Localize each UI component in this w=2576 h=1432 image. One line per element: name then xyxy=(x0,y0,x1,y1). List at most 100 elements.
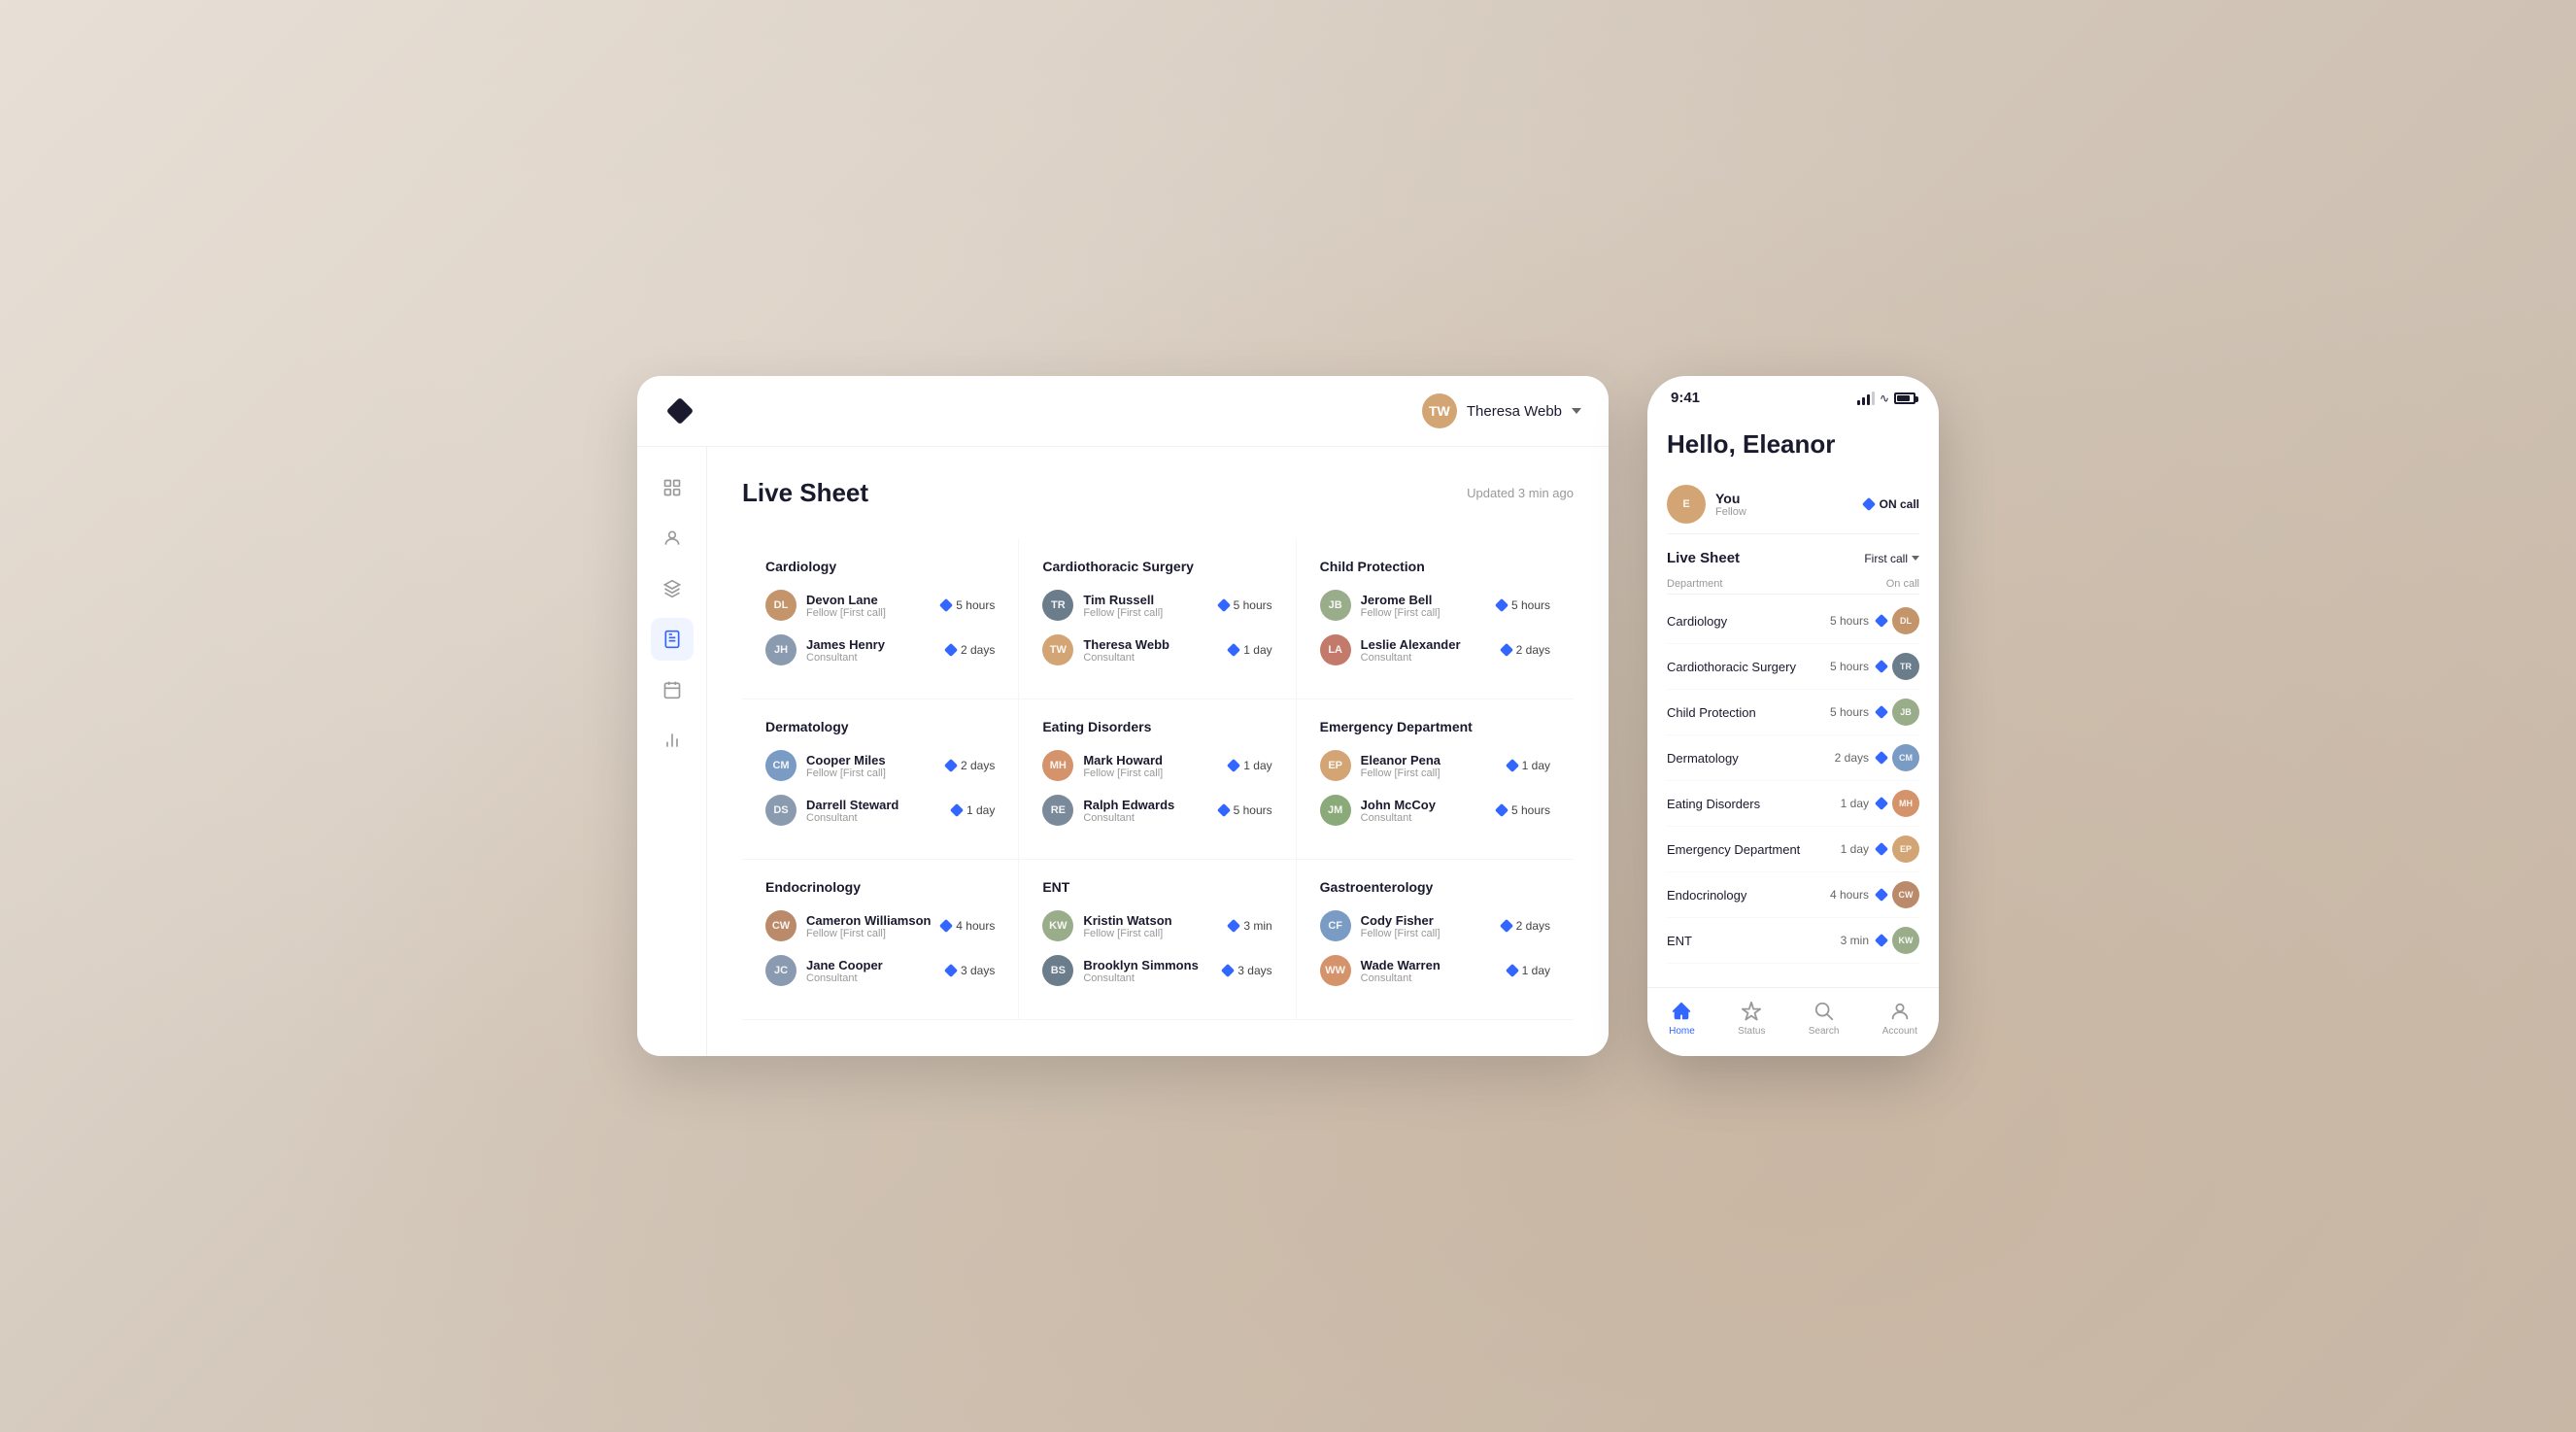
mobile-dept-avatar: CM xyxy=(1892,744,1919,771)
mobile-diamond-icon xyxy=(1875,842,1888,856)
time-value: 2 days xyxy=(961,759,995,772)
person-role: Consultant xyxy=(1083,812,1174,824)
sidebar xyxy=(637,447,707,1056)
mobile-bottom-nav: Home Status Search xyxy=(1647,987,1939,1056)
time-badge: 1 day xyxy=(1229,643,1271,657)
person-role: Fellow [First call] xyxy=(1361,607,1441,619)
person-row[interactable]: JBJerome Bell Fellow [First call] 5 hour… xyxy=(1320,590,1550,621)
person-role: Fellow [First call] xyxy=(1083,607,1163,619)
sidebar-item-layers[interactable] xyxy=(651,567,694,610)
mobile-dept-row[interactable]: Eating Disorders 1 day MH xyxy=(1667,781,1919,827)
person-row[interactable]: WWWade Warren Consultant 1 day xyxy=(1320,955,1550,986)
nav-item-home[interactable]: Home xyxy=(1669,1000,1695,1037)
person-row[interactable]: JMJohn McCoy Consultant 5 hours xyxy=(1320,795,1550,826)
person-row[interactable]: RERalph Edwards Consultant 5 hours xyxy=(1042,795,1271,826)
mobile-dept-row[interactable]: ENT 3 min KW xyxy=(1667,918,1919,964)
top-bar: TW Theresa Webb xyxy=(637,376,1609,447)
time-value: 5 hours xyxy=(1511,598,1550,612)
person-row[interactable]: MHMark Howard Fellow [First call] 1 day xyxy=(1042,750,1271,781)
person-info: Darrell Steward Consultant xyxy=(806,798,898,824)
dept-name: Gastroenterology xyxy=(1320,879,1550,895)
mobile-dept-row[interactable]: Emergency Department 1 day EP xyxy=(1667,827,1919,872)
person-row[interactable]: JCJane Cooper Consultant 3 days xyxy=(765,955,995,986)
time-value: 3 days xyxy=(1237,964,1271,977)
person-name: Mark Howard xyxy=(1083,753,1163,767)
person-info: Jane Cooper Consultant xyxy=(806,958,883,984)
user-avatar: TW xyxy=(1422,393,1457,428)
account-icon xyxy=(1888,1000,1912,1023)
sidebar-item-document[interactable] xyxy=(651,618,694,661)
person-info: Mark Howard Fellow [First call] xyxy=(1083,753,1163,779)
mobile-dept-row[interactable]: Cardiothoracic Surgery 5 hours TR xyxy=(1667,644,1919,690)
sidebar-item-person[interactable] xyxy=(651,517,694,560)
user-menu[interactable]: TW Theresa Webb xyxy=(1422,393,1581,428)
mobile-dept-avatar: KW xyxy=(1892,927,1919,954)
person-role: Fellow [First call] xyxy=(806,767,886,779)
wifi-icon: ∿ xyxy=(1880,392,1889,405)
person-row[interactable]: CMCooper Miles Fellow [First call] 2 day… xyxy=(765,750,995,781)
mobile-dept-avatar: JB xyxy=(1892,699,1919,726)
person-left: WWWade Warren Consultant xyxy=(1320,955,1441,986)
person-info: John McCoy Consultant xyxy=(1361,798,1436,824)
person-row[interactable]: TRTim Russell Fellow [First call] 5 hour… xyxy=(1042,590,1271,621)
person-row[interactable]: CWCameron Williamson Fellow [First call]… xyxy=(765,910,995,941)
person-name: Cameron Williamson xyxy=(806,913,931,928)
person-name: Tim Russell xyxy=(1083,593,1163,607)
diamond-icon xyxy=(944,964,958,977)
person-left: CFCody Fisher Fellow [First call] xyxy=(1320,910,1441,941)
dept-name: Eating Disorders xyxy=(1042,719,1271,734)
person-row[interactable]: KWKristin Watson Fellow [First call] 3 m… xyxy=(1042,910,1271,941)
person-row[interactable]: LALeslie Alexander Consultant 2 days xyxy=(1320,634,1550,665)
person-avatar: LA xyxy=(1320,634,1351,665)
status-time: 9:41 xyxy=(1671,390,1700,406)
time-badge: 5 hours xyxy=(1497,803,1550,817)
person-avatar: RE xyxy=(1042,795,1073,826)
first-call-button[interactable]: First call xyxy=(1864,552,1919,565)
person-row[interactable]: DLDevon Lane Fellow [First call] 5 hours xyxy=(765,590,995,621)
person-role: Consultant xyxy=(1083,972,1198,984)
person-role: Fellow [First call] xyxy=(1083,767,1163,779)
person-name: Cody Fisher xyxy=(1361,913,1441,928)
nav-item-search[interactable]: Search xyxy=(1809,1000,1840,1037)
person-row[interactable]: CFCody Fisher Fellow [First call] 2 days xyxy=(1320,910,1550,941)
sidebar-item-calendar[interactable] xyxy=(651,668,694,711)
person-name: James Henry xyxy=(806,637,885,652)
dept-section-endocrinology: Endocrinology CWCameron Williamson Fellow… xyxy=(742,860,1019,1020)
mobile-diamond-icon xyxy=(1875,751,1888,765)
mobile-dept-row[interactable]: Endocrinology 4 hours CW xyxy=(1667,872,1919,918)
person-row[interactable]: EPEleanor Pena Fellow [First call] 1 day xyxy=(1320,750,1550,781)
sidebar-item-chart[interactable] xyxy=(651,719,694,762)
person-role: Fellow [First call] xyxy=(1361,928,1441,939)
mobile-dept-row[interactable]: Child Protection 5 hours JB xyxy=(1667,690,1919,735)
nav-item-status[interactable]: Status xyxy=(1738,1000,1765,1037)
mobile-dept-row[interactable]: Dermatology 2 days CM xyxy=(1667,735,1919,781)
diamond-icon xyxy=(1221,964,1235,977)
you-info: E You Fellow xyxy=(1667,485,1746,524)
nav-label-account: Account xyxy=(1882,1026,1917,1037)
nav-item-account[interactable]: Account xyxy=(1882,1000,1917,1037)
person-row[interactable]: TWTheresa Webb Consultant 1 day xyxy=(1042,634,1271,665)
person-row[interactable]: BSBrooklyn Simmons Consultant 3 days xyxy=(1042,955,1271,986)
dept-name: Endocrinology xyxy=(765,879,995,895)
mobile-live-sheet: Live Sheet First call Department On call… xyxy=(1667,550,1919,964)
person-name: Theresa Webb xyxy=(1083,637,1169,652)
sidebar-item-grid[interactable] xyxy=(651,466,694,509)
person-row[interactable]: JHJames Henry Consultant 2 days xyxy=(765,634,995,665)
mobile-dept-avatar: CW xyxy=(1892,881,1919,908)
diamond-icon xyxy=(1217,598,1231,612)
person-role: Consultant xyxy=(1361,972,1441,984)
person-info: Ralph Edwards Consultant xyxy=(1083,798,1174,824)
person-left: BSBrooklyn Simmons Consultant xyxy=(1042,955,1198,986)
mobile-ls-columns: Department On call xyxy=(1667,574,1919,595)
mobile-ls-header: Live Sheet First call xyxy=(1667,550,1919,566)
mobile-dept-row[interactable]: Cardiology 5 hours DL xyxy=(1667,598,1919,644)
diamond-icon xyxy=(1227,759,1240,772)
status-icons: ∿ xyxy=(1857,392,1915,405)
person-avatar: JB xyxy=(1320,590,1351,621)
time-badge: 1 day xyxy=(1508,759,1550,772)
mobile-dept-hours: 4 hours xyxy=(1830,888,1869,902)
person-left: EPEleanor Pena Fellow [First call] xyxy=(1320,750,1441,781)
person-left: TWTheresa Webb Consultant xyxy=(1042,634,1169,665)
person-left: DSDarrell Steward Consultant xyxy=(765,795,898,826)
person-row[interactable]: DSDarrell Steward Consultant 1 day xyxy=(765,795,995,826)
